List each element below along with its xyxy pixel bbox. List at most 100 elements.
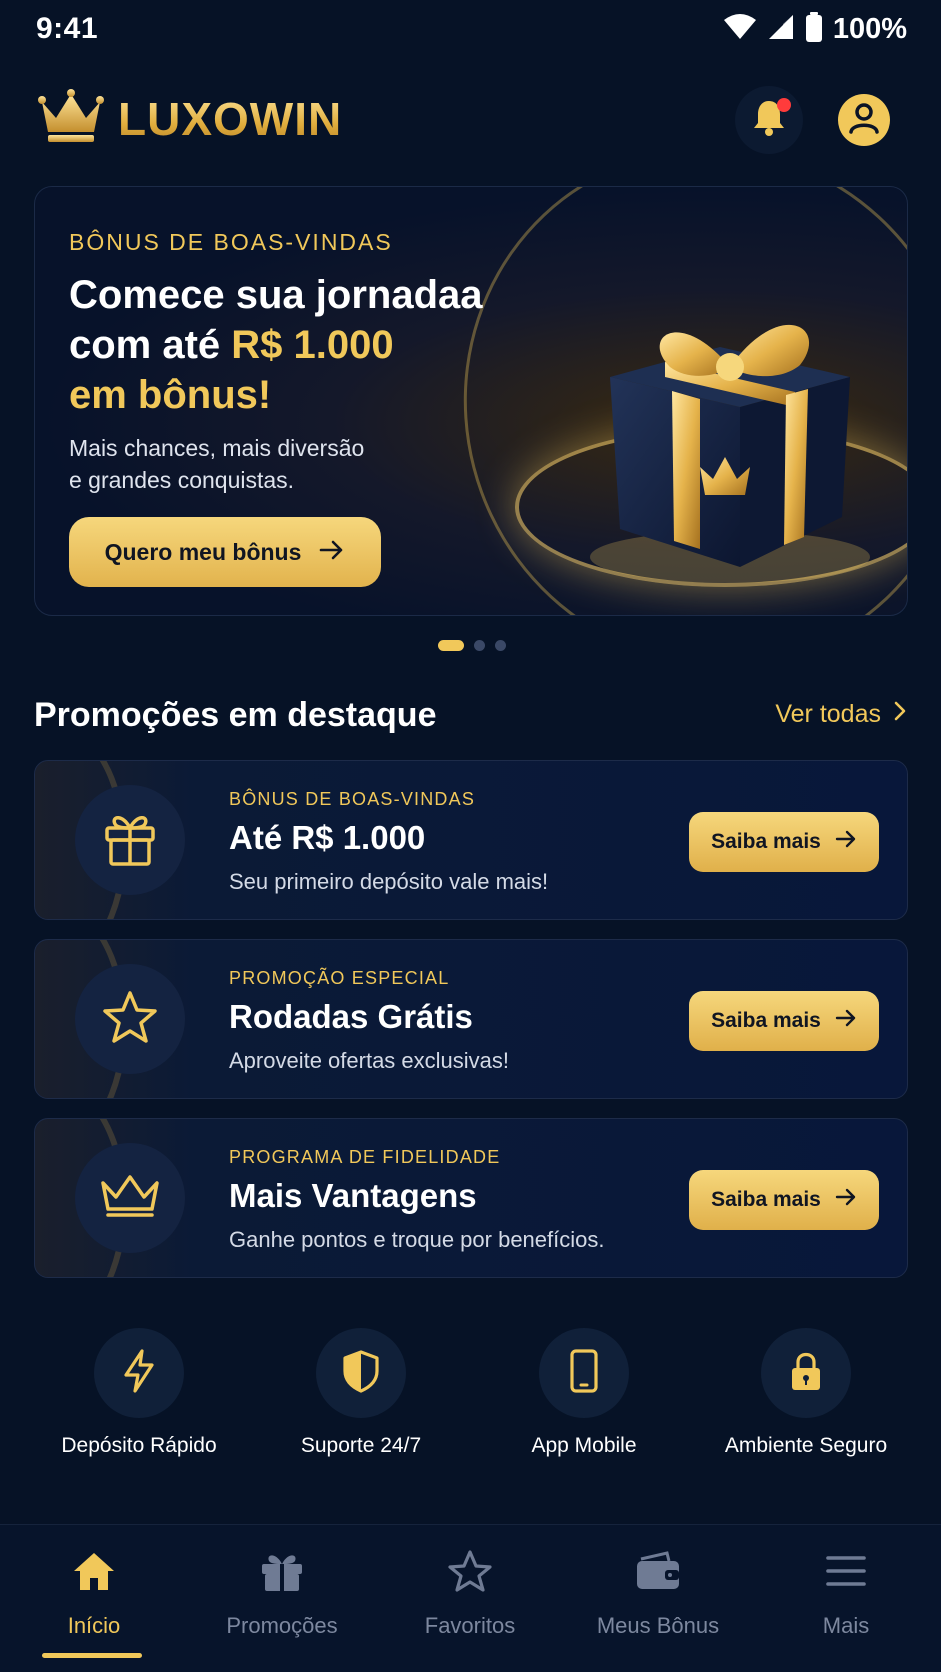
features-row: Depósito Rápido Suporte 24/7 App Mobile …	[0, 1328, 941, 1468]
promo-card[interactable]: PROGRAMA DE FIDELIDADE Mais Vantagens Ga…	[34, 1118, 908, 1278]
hero-title-prefix: com até	[69, 323, 232, 367]
brand-name: LUXOWIN	[118, 92, 343, 145]
cellular-signal-icon	[767, 14, 795, 45]
carousel-dot[interactable]	[473, 640, 485, 651]
hero-text: BÔNUS DE BOAS-VINDAS Comece sua jornadaa…	[69, 229, 489, 496]
feature-label: App Mobile	[531, 1434, 637, 1457]
arrow-right-icon	[835, 1009, 857, 1033]
status-bar: 9:41 100%	[0, 0, 941, 62]
nav-icon-container	[0, 1545, 188, 1601]
promo-eyebrow: PROMOÇÃO ESPECIAL	[229, 968, 450, 988]
nav-item-favorites[interactable]: Favoritos	[376, 1545, 564, 1639]
carousel-dot-active[interactable]	[437, 640, 464, 651]
promo-icon-container	[75, 964, 185, 1074]
wallet-icon	[635, 1550, 681, 1596]
nav-item-more[interactable]: Mais	[752, 1545, 940, 1639]
promo-title: Rodadas Grátis	[229, 998, 473, 1035]
hero-subtitle-line1: Mais chances, mais diversão	[69, 435, 365, 461]
arrow-right-icon	[319, 539, 345, 566]
arrow-right-icon	[835, 1188, 857, 1212]
carousel-dot[interactable]	[494, 640, 506, 651]
app-header: LUXOWIN	[0, 70, 941, 170]
hero-eyebrow: BÔNUS DE BOAS-VINDAS	[69, 229, 393, 255]
see-all-link[interactable]: Ver todas	[775, 700, 907, 729]
promo-subtitle: Ganhe pontos e troque por benefícios.	[229, 1227, 605, 1252]
feature-secure-environment[interactable]: Ambiente Seguro	[695, 1328, 917, 1458]
active-tab-indicator	[42, 1653, 142, 1658]
lightning-icon	[122, 1348, 156, 1398]
user-icon	[847, 101, 881, 140]
hero-title-amount: R$ 1.000	[231, 323, 394, 367]
status-indicators: 100%	[723, 12, 907, 47]
nav-item-my-bonuses[interactable]: Meus Bônus	[564, 1545, 752, 1639]
feature-label: Depósito Rápido	[61, 1434, 217, 1457]
notifications-button[interactable]	[735, 86, 803, 154]
hero-banner[interactable]: BÔNUS DE BOAS-VINDAS Comece sua jornadaa…	[34, 186, 908, 616]
gift-icon	[101, 810, 159, 871]
nav-label: Mais	[822, 1613, 870, 1638]
arrow-right-icon	[835, 830, 857, 854]
nav-icon-container	[188, 1545, 376, 1601]
hero-cta-label: Quero meu bônus	[104, 538, 302, 565]
nav-icon-container	[564, 1545, 752, 1601]
hero-subtitle: Mais chances, mais diversão e grandes co…	[69, 432, 489, 496]
nav-label: Promoções	[226, 1613, 338, 1638]
feature-mobile-app[interactable]: App Mobile	[473, 1328, 695, 1458]
learn-more-button[interactable]: Saiba mais	[689, 1170, 879, 1230]
home-icon	[71, 1550, 117, 1597]
hero-title-line2: com até R$ 1.000	[69, 320, 489, 370]
status-time: 9:41	[36, 12, 99, 45]
lock-icon	[788, 1349, 824, 1398]
promo-icon-container	[75, 785, 185, 895]
section-title: Promoções em destaque	[34, 696, 437, 734]
feature-icon-container	[316, 1328, 406, 1418]
feature-label: Ambiente Seguro	[724, 1434, 888, 1457]
promo-subtitle: Aproveite ofertas exclusivas!	[229, 1048, 510, 1073]
profile-button[interactable]	[838, 94, 890, 146]
learn-more-button[interactable]: Saiba mais	[689, 812, 879, 872]
hero-title: Comece sua jornadaa com até R$ 1.000 em …	[69, 270, 489, 420]
feature-icon-container	[539, 1328, 629, 1418]
nav-label: Meus Bônus	[596, 1613, 720, 1638]
promo-card[interactable]: PROMOÇÃO ESPECIAL Rodadas Grátis Aprovei…	[34, 939, 908, 1099]
star-icon	[101, 989, 159, 1050]
gift-icon	[260, 1550, 304, 1597]
wifi-icon	[723, 14, 757, 45]
promo-title: Mais Vantagens	[229, 1177, 477, 1214]
hero-title-line1: Comece sua jornadaa	[69, 273, 483, 317]
crown-icon	[38, 88, 104, 149]
feature-fast-deposit[interactable]: Depósito Rápido	[28, 1328, 250, 1458]
feature-icon-container	[761, 1328, 851, 1418]
brand-logo[interactable]: LUXOWIN	[38, 88, 342, 149]
feature-label: Suporte 24/7	[300, 1434, 422, 1457]
carousel-indicator	[0, 640, 941, 651]
learn-more-button[interactable]: Saiba mais	[689, 991, 879, 1051]
battery-icon	[805, 12, 823, 47]
promo-title: Até R$ 1.000	[229, 819, 426, 856]
learn-more-label: Saiba mais	[711, 1188, 821, 1211]
promo-eyebrow: BÔNUS DE BOAS-VINDAS	[229, 789, 476, 809]
promo-card[interactable]: BÔNUS DE BOAS-VINDAS Até R$ 1.000 Seu pr…	[34, 760, 908, 920]
nav-item-home[interactable]: Início	[0, 1545, 188, 1639]
battery-percentage: 100%	[832, 13, 907, 45]
menu-icon	[826, 1554, 866, 1593]
chevron-right-icon	[893, 700, 907, 729]
shield-icon	[342, 1349, 380, 1398]
notification-badge	[777, 98, 791, 112]
nav-item-promotions[interactable]: Promoções	[188, 1545, 376, 1639]
promo-eyebrow: PROGRAMA DE FIDELIDADE	[229, 1147, 501, 1167]
hero-subtitle-line2: e grandes conquistas.	[69, 467, 295, 493]
nav-label: Favoritos	[424, 1613, 516, 1638]
smartphone-icon	[569, 1348, 599, 1398]
learn-more-label: Saiba mais	[711, 830, 821, 853]
see-all-label: Ver todas	[775, 700, 881, 728]
nav-icon-container	[752, 1545, 940, 1601]
promo-subtitle: Seu primeiro depósito vale mais!	[229, 869, 549, 894]
bottom-navigation: Início Promoções Favoritos Meus Bônus Ma…	[0, 1524, 941, 1672]
gift-box-illustration	[580, 267, 880, 587]
learn-more-label: Saiba mais	[711, 1009, 821, 1032]
hero-cta-button[interactable]: Quero meu bônus	[69, 517, 381, 587]
hero-title-line3: em bônus!	[69, 373, 272, 417]
star-icon	[447, 1549, 493, 1598]
feature-support[interactable]: Suporte 24/7	[250, 1328, 472, 1458]
